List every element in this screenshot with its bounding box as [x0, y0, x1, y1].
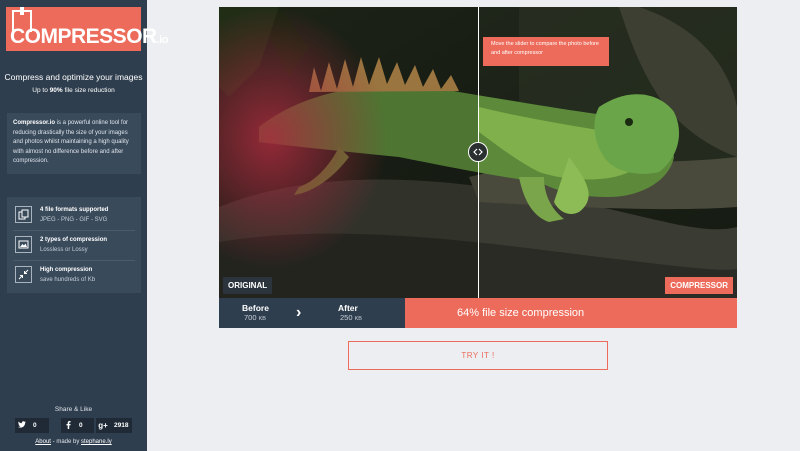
original-label: ORIGINAL [223, 277, 273, 294]
try-it-button[interactable]: TRY IT ! [348, 341, 608, 370]
about-footer: About - made by stephane.ly [35, 439, 112, 445]
image-icon [15, 236, 32, 253]
share-title: Share & Like [54, 406, 93, 413]
before-stat: Before 700 KB [242, 303, 269, 322]
slider-tooltip: Move the slider to compare the photo bef… [483, 37, 609, 66]
stats-bar: Before 700 KB › After 250 KB 64% file si… [219, 298, 737, 328]
facebook-like-button[interactable]: 0 [61, 418, 94, 433]
feature-formats: 4 file formats supported JPEG - PNG - GI… [13, 201, 135, 231]
after-stat: After 250 KB [338, 303, 362, 322]
compression-ratio: 64% file size compression [405, 298, 737, 328]
twitter-share-button[interactable]: 0 [15, 418, 49, 433]
twitter-icon [15, 421, 29, 430]
tagline-title: Compress and optimize your images [4, 72, 143, 82]
tagline-subtitle: Up to 90% file size reduction [32, 87, 115, 94]
features-list: 4 file formats supported JPEG - PNG - GI… [7, 197, 141, 293]
compress-arrows-icon [15, 266, 32, 283]
feature-high-compression: High compression save hundreds of Kb [13, 261, 135, 291]
compressor-label: COMPRESSOR [665, 277, 733, 294]
about-link[interactable]: About [35, 439, 51, 445]
compressor-logo[interactable]: COMPRESSOR.io [6, 7, 169, 51]
facebook-icon [61, 420, 75, 431]
comparison-slider-handle[interactable] [468, 142, 488, 162]
description-box: Compressor.io is a powerful online tool … [7, 113, 141, 174]
chevrons-icon [473, 148, 483, 156]
arrow-right-icon: › [296, 304, 302, 321]
tagline: Compress and optimize your images Up to … [0, 72, 147, 94]
feature-compression-types: 2 types of compression Lossless or Lossy [13, 231, 135, 261]
author-link[interactable]: stephane.ly [81, 439, 112, 445]
google-plus-icon: g+ [98, 421, 108, 430]
copy-icon [15, 206, 32, 223]
sidebar: COMPRESSOR.io Compress and optimize your… [0, 0, 169, 451]
google-plus-button[interactable]: g+ 2918 [96, 418, 132, 433]
